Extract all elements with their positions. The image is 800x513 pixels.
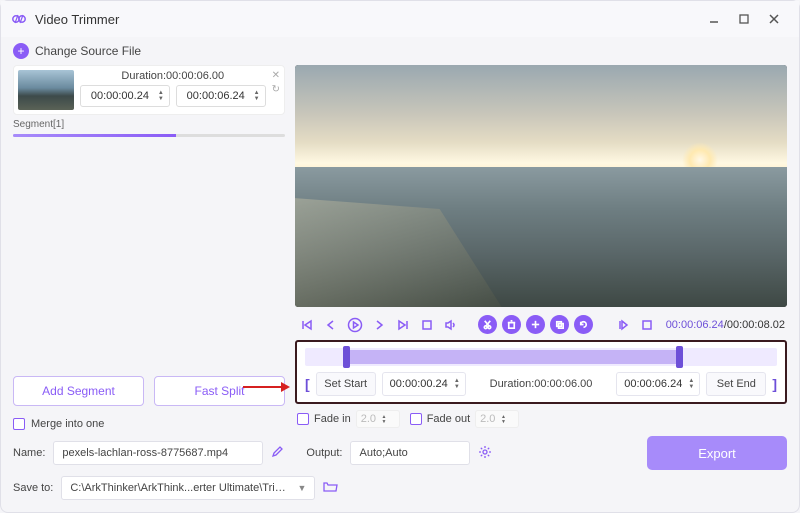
bracket-right-icon: ] [772, 376, 777, 392]
maximize-button[interactable] [729, 4, 759, 34]
segment-label: Segment[1] [13, 119, 285, 130]
trim-handle-left[interactable] [343, 346, 350, 368]
settings-icon[interactable] [478, 445, 492, 462]
next-frame-icon[interactable] [369, 315, 388, 334]
app-title: Video Trimmer [35, 12, 699, 27]
minimize-button[interactable] [699, 4, 729, 34]
prev-frame-icon[interactable] [321, 315, 340, 334]
trim-start-value: 00:00:00.24 [386, 378, 452, 390]
fade-in-label: Fade in [314, 413, 351, 425]
marker-end-icon[interactable] [637, 315, 656, 334]
output-value: Auto;Auto [359, 447, 461, 459]
stepper-icon: ▲▼ [379, 414, 389, 424]
trim-end-input[interactable]: 00:00:06.24 ▲▼ [616, 372, 700, 396]
fade-row: Fade in 2.0▲▼ Fade out 2.0▲▼ [295, 406, 787, 432]
change-source-label: Change Source File [35, 44, 141, 58]
open-folder-icon[interactable] [323, 480, 338, 496]
fade-out-label: Fade out [427, 413, 470, 425]
name-value: pexels-lachlan-ross-8775687.mp4 [62, 447, 254, 459]
trim-handle-right[interactable] [676, 346, 683, 368]
segment-start-input[interactable]: 00:00:00.24 ▲▼ [80, 85, 170, 107]
segment-refresh-icon[interactable]: ↻ [272, 84, 280, 95]
skip-end-icon[interactable] [393, 315, 412, 334]
trim-duration-label: Duration:00:00:06.00 [472, 378, 610, 390]
segment-thumbnail[interactable] [18, 70, 74, 110]
export-button[interactable]: Export [647, 436, 787, 470]
checkbox-icon[interactable] [297, 413, 309, 425]
segment-duration: Duration:00:00:06.00 [80, 70, 266, 82]
segment-close-icon[interactable]: ✕ [272, 70, 280, 81]
segment-progress [13, 134, 285, 137]
stepper-icon[interactable]: ▲▼ [156, 90, 166, 102]
time-display: 00:00:06.24/00:00:08.02 [666, 319, 785, 331]
trim-start-input[interactable]: 00:00:00.24 ▲▼ [382, 372, 466, 396]
segment-end-input[interactable]: 00:00:06.24 ▲▼ [176, 85, 266, 107]
change-source-row[interactable]: + Change Source File [13, 43, 787, 59]
fade-in-control[interactable]: Fade in 2.0▲▼ [297, 410, 400, 428]
fast-split-button[interactable]: Fast Split [154, 376, 285, 406]
output-select[interactable]: Auto;Auto [350, 441, 470, 465]
segment-panel: Duration:00:00:06.00 00:00:00.24 ▲▼ 00:0… [13, 65, 285, 115]
stepper-icon: ▲▼ [498, 414, 508, 424]
add-segment-button[interactable]: Add Segment [13, 376, 144, 406]
video-preview[interactable] [295, 65, 787, 307]
copy-icon[interactable] [550, 315, 569, 334]
merge-row[interactable]: Merge into one [13, 414, 285, 432]
cut-icon[interactable] [478, 315, 497, 334]
merge-label: Merge into one [31, 418, 104, 430]
set-start-button[interactable]: Set Start [316, 372, 376, 396]
save-to-label: Save to: [13, 482, 53, 494]
stepper-icon[interactable]: ▲▼ [452, 378, 462, 390]
stepper-icon[interactable]: ▲▼ [252, 90, 262, 102]
volume-icon[interactable] [441, 315, 460, 334]
fade-in-input[interactable]: 2.0▲▼ [356, 410, 400, 428]
checkbox-icon[interactable] [410, 413, 422, 425]
save-path-select[interactable]: C:\ArkThinker\ArkThink...erter Ultimate\… [61, 476, 315, 500]
play-icon[interactable] [345, 315, 364, 334]
plus-icon: + [13, 43, 29, 59]
chevron-down-icon: ▼ [297, 483, 306, 493]
undo-icon[interactable] [574, 315, 593, 334]
stop-icon[interactable] [417, 315, 436, 334]
bracket-left-icon: [ [305, 376, 310, 392]
stepper-icon[interactable]: ▲▼ [686, 378, 696, 390]
skip-start-icon[interactable] [297, 315, 316, 334]
fade-out-control[interactable]: Fade out 2.0▲▼ [410, 410, 519, 428]
trim-end-value: 00:00:06.24 [620, 378, 686, 390]
timeline-track[interactable] [305, 348, 777, 366]
segment-end-value: 00:00:06.24 [180, 90, 252, 102]
fade-out-input[interactable]: 2.0▲▼ [475, 410, 519, 428]
titlebar: Video Trimmer [1, 1, 799, 37]
save-path-value: C:\ArkThinker\ArkThink...erter Ultimate\… [70, 482, 291, 494]
segment-start-value: 00:00:00.24 [84, 90, 156, 102]
set-end-button[interactable]: Set End [706, 372, 766, 396]
name-label: Name: [13, 447, 45, 459]
app-logo-icon [11, 11, 27, 27]
trim-panel: [ Set Start 00:00:00.24 ▲▼ Duration:00:0… [295, 340, 787, 404]
edit-name-icon[interactable] [271, 445, 284, 461]
name-input[interactable]: pexels-lachlan-ross-8775687.mp4 [53, 441, 263, 465]
delete-icon[interactable] [502, 315, 521, 334]
add-icon[interactable] [526, 315, 545, 334]
close-button[interactable] [759, 4, 789, 34]
playback-controls: 00:00:06.24/00:00:08.02 [295, 311, 787, 338]
checkbox-icon[interactable] [13, 418, 25, 430]
marker-start-icon[interactable] [613, 315, 632, 334]
output-label: Output: [306, 447, 342, 459]
